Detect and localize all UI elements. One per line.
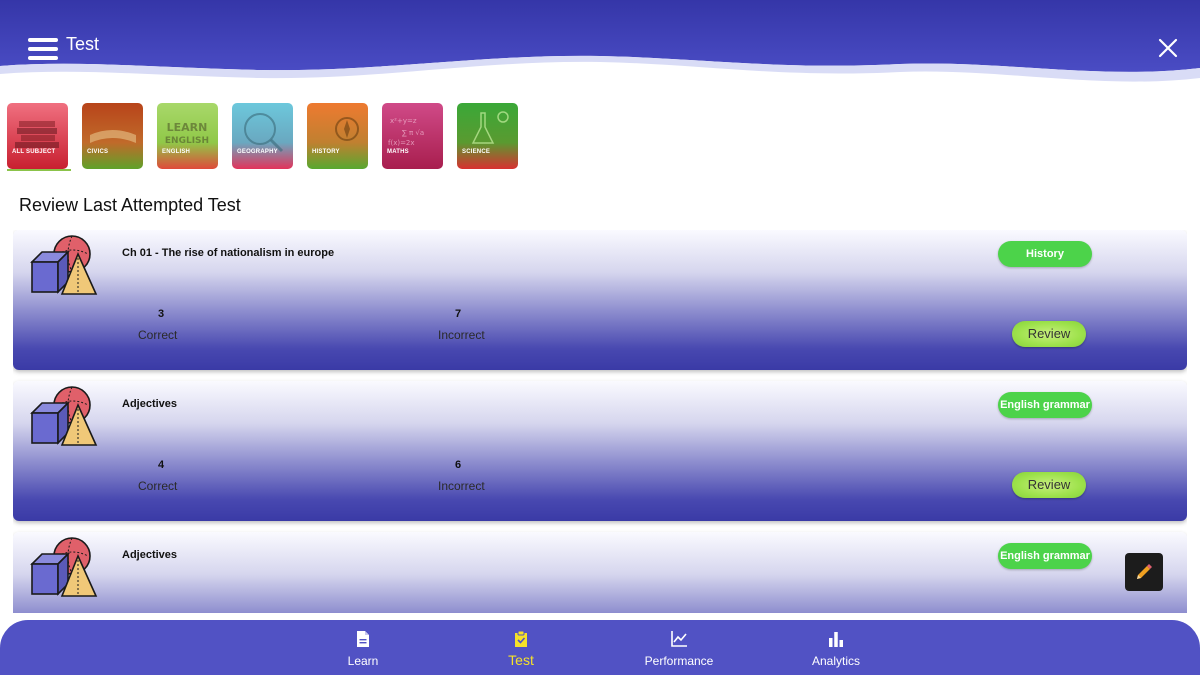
edit-fab-button[interactable] <box>1125 553 1163 591</box>
math-formulas-icon: x²+y=z ∑ π √a f(x)=2x <box>382 103 443 169</box>
svg-text:LEARN: LEARN <box>167 121 208 134</box>
incorrect-label: Incorrect <box>438 479 485 493</box>
geometry-shapes-icon <box>30 386 98 446</box>
svg-text:∑ π √a: ∑ π √a <box>402 129 424 137</box>
subject-badge: English grammar <box>998 543 1092 569</box>
document-icon <box>357 631 369 647</box>
globe-magnifier-icon <box>232 103 293 169</box>
close-icon[interactable] <box>1156 36 1180 60</box>
selected-indicator <box>7 169 71 171</box>
subject-tile-label: GEOGRAPHY <box>237 149 278 155</box>
header-wave-background <box>0 0 1200 82</box>
nav-label: Performance <box>644 654 714 668</box>
subject-tile-label: MATHS <box>387 149 409 155</box>
subject-tile-label: ENGLISH <box>162 149 191 155</box>
review-button[interactable]: Review <box>1012 472 1086 498</box>
app-root: Test ALL SUBJECT CIVICS LEARN ENGLISH EN… <box>0 0 1200 675</box>
nav-label: Learn <box>347 654 379 668</box>
svg-text:ENGLISH: ENGLISH <box>165 136 209 146</box>
test-card[interactable]: Adjectives English grammar <box>13 532 1187 613</box>
nav-item-performance[interactable]: Performance <box>619 620 739 675</box>
geometry-shapes-icon <box>30 537 98 597</box>
subject-badge: English grammar <box>998 392 1092 418</box>
incorrect-count: 7 <box>455 308 462 320</box>
subject-tile-label: SCIENCE <box>462 149 491 155</box>
nav-label: Analytics <box>811 654 861 668</box>
pencil-icon <box>1137 564 1152 579</box>
hamburger-menu-button[interactable] <box>28 38 58 60</box>
incorrect-label: Incorrect <box>438 328 485 342</box>
bar-chart-icon <box>829 632 843 647</box>
book-stack-icon <box>82 103 143 169</box>
subject-tile-english[interactable]: LEARN ENGLISH ENGLISH <box>157 103 218 169</box>
test-card[interactable]: Adjectives English grammar 4 Correct 6 I… <box>13 381 1187 521</box>
svg-text:f(x)=2x: f(x)=2x <box>388 139 415 147</box>
subject-tile-maths[interactable]: x²+y=z ∑ π √a f(x)=2x MATHS <box>382 103 443 169</box>
subject-tile-label: CIVICS <box>87 149 109 155</box>
test-title: Adjectives <box>122 398 178 410</box>
nav-item-analytics[interactable]: Analytics <box>776 620 896 675</box>
correct-count: 4 <box>158 459 165 471</box>
review-button[interactable]: Review <box>1012 321 1086 347</box>
geometry-shapes-icon <box>30 235 98 295</box>
page-title: Test <box>66 34 100 54</box>
correct-label: Correct <box>138 479 178 493</box>
bottom-navigation: Learn Test Performance Analytics <box>0 620 1200 675</box>
test-card-list[interactable]: Ch 01 - The rise of nationalism in europ… <box>13 230 1187 613</box>
menu-bar-icon <box>28 47 58 51</box>
line-chart-icon <box>671 631 687 647</box>
incorrect-count: 6 <box>455 459 462 471</box>
books-icon <box>7 103 68 169</box>
section-title: Review Last Attempted Test <box>19 195 241 215</box>
nav-item-learn[interactable]: Learn <box>303 620 423 675</box>
subject-tile-civics[interactable]: CIVICS <box>82 103 143 169</box>
nav-label: Test <box>508 652 534 668</box>
correct-count: 3 <box>158 308 165 320</box>
svg-text:x²+y=z: x²+y=z <box>390 117 417 125</box>
subject-badge: History <box>998 241 1092 267</box>
menu-bar-icon <box>28 38 58 42</box>
test-title: Ch 01 - The rise of nationalism in europ… <box>122 247 335 259</box>
correct-label: Correct <box>138 328 178 342</box>
nav-item-test[interactable]: Test <box>461 620 581 675</box>
subject-tile-geography[interactable]: GEOGRAPHY <box>232 103 293 169</box>
subject-tile-science[interactable]: SCIENCE <box>457 103 518 169</box>
test-title: Adjectives <box>122 549 178 561</box>
app-header: Test <box>0 0 1200 90</box>
learn-english-icon: LEARN ENGLISH <box>157 103 218 169</box>
clipboard-icon <box>515 630 527 647</box>
compass-map-icon <box>307 103 368 169</box>
subject-tile-label: HISTORY <box>312 149 340 155</box>
test-card[interactable]: Ch 01 - The rise of nationalism in europ… <box>13 230 1187 370</box>
subject-tile-label: ALL SUBJECT <box>12 149 56 155</box>
science-lab-icon <box>457 103 518 169</box>
subject-tile-history[interactable]: HISTORY <box>307 103 368 169</box>
menu-bar-icon <box>28 56 58 60</box>
subject-tile-all[interactable]: ALL SUBJECT <box>7 103 68 169</box>
